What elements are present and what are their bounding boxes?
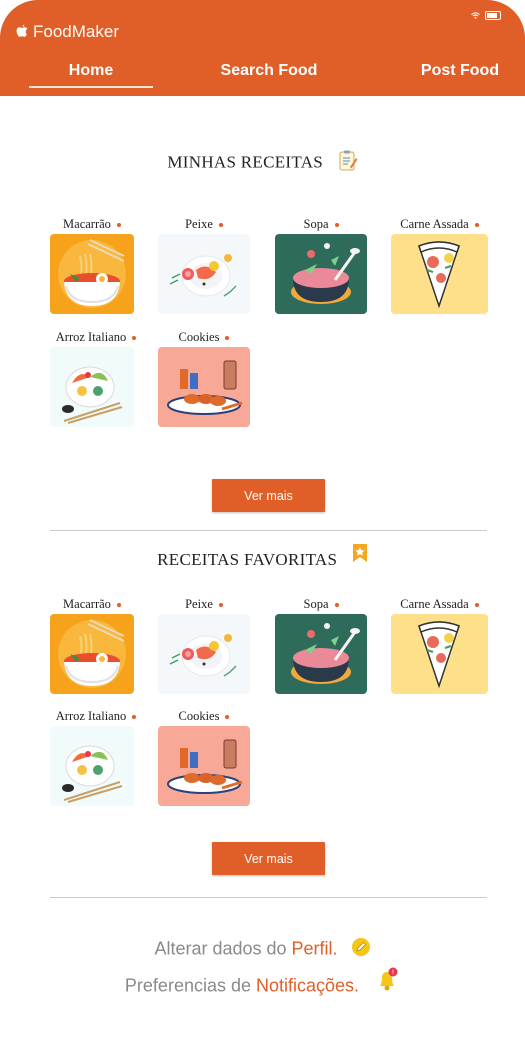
svg-text:!: ! xyxy=(392,970,394,977)
app-header: FoodMaker Home Search Food Post Food xyxy=(0,0,525,96)
recipe-card[interactable]: Peixe xyxy=(158,597,250,697)
fish-plate-icon[interactable] xyxy=(158,614,250,694)
app-title: FoodMaker xyxy=(33,22,119,41)
recipe-card[interactable]: Macarrão xyxy=(50,597,134,697)
tab-post-food[interactable]: Post Food xyxy=(410,62,510,80)
recipe-card-label: Arroz Italiano xyxy=(55,330,127,344)
status-dot xyxy=(334,223,339,228)
pizza-slice-icon[interactable] xyxy=(391,614,488,694)
recipe-card-label: Sopa xyxy=(303,217,329,231)
recipe-card[interactable]: Macarrão xyxy=(50,217,134,317)
my-recipes-title: MINHAS RECEITAS xyxy=(167,152,324,172)
fish-plate-icon[interactable] xyxy=(158,234,250,314)
recipe-card[interactable]: Carne Assada xyxy=(391,597,488,697)
soup-pot-icon[interactable] xyxy=(275,614,367,694)
cookies-plate-icon[interactable] xyxy=(158,726,250,806)
app-brand: FoodMaker xyxy=(16,22,119,42)
ramen-bowl-icon[interactable] xyxy=(50,234,134,314)
star-bookmark-icon xyxy=(352,544,368,567)
status-dot xyxy=(334,603,339,608)
tab-search-food[interactable]: Search Food xyxy=(210,62,328,80)
soup-pot-icon[interactable] xyxy=(275,234,367,314)
recipe-card-label: Macarrão xyxy=(63,217,111,231)
my-recipes-section: MINHAS RECEITAS xyxy=(0,150,525,177)
recipe-card[interactable]: Sopa xyxy=(275,217,367,317)
recipe-card-label: Arroz Italiano xyxy=(55,709,127,723)
recipe-card-label: Sopa xyxy=(303,597,329,611)
recipe-card-label: Macarrão xyxy=(63,597,111,611)
status-dot xyxy=(116,223,121,228)
recipe-card-label: Cookies xyxy=(178,330,220,344)
status-bar xyxy=(471,11,501,20)
status-dot xyxy=(218,223,223,228)
profile-link[interactable]: Perfil. xyxy=(292,938,338,958)
notifications-link[interactable]: Notificações. xyxy=(256,975,359,995)
ramen-bowl-icon[interactable] xyxy=(50,614,134,694)
recipe-notes-icon xyxy=(338,150,358,177)
status-dot xyxy=(218,603,223,608)
rice-bowl-icon[interactable] xyxy=(50,347,134,427)
tab-home[interactable]: Home xyxy=(29,62,153,80)
my-recipes-more-button[interactable]: Ver mais xyxy=(212,479,325,512)
status-dot xyxy=(116,603,121,608)
recipe-card-label: Peixe xyxy=(185,217,213,231)
apple-logo-icon xyxy=(16,24,28,41)
edit-pencil-icon[interactable] xyxy=(351,937,371,962)
wifi-icon xyxy=(471,12,480,19)
recipe-card-label: Carne Assada xyxy=(400,217,469,231)
notifications-link-prefix: Preferencias de xyxy=(124,975,256,996)
cookies-plate-icon[interactable] xyxy=(158,347,250,427)
favorite-recipes-section: RECEITAS FAVORITAS xyxy=(0,544,525,570)
rice-bowl-icon[interactable] xyxy=(50,726,134,806)
bell-notification-icon[interactable]: ! xyxy=(376,967,400,998)
section-divider xyxy=(50,897,487,898)
section-divider xyxy=(50,530,487,531)
active-tab-indicator xyxy=(29,86,153,88)
recipe-card-label: Peixe xyxy=(185,597,213,611)
status-dot xyxy=(474,603,479,608)
notifications-link-row: Preferencias de Notificações. ! xyxy=(0,967,525,998)
recipe-card[interactable]: Carne Assada xyxy=(391,217,488,317)
recipe-card[interactable]: Peixe xyxy=(158,217,250,317)
status-dot xyxy=(132,715,137,720)
status-dot xyxy=(132,336,137,341)
battery-icon xyxy=(485,11,501,20)
recipe-card-label: Carne Assada xyxy=(400,597,469,611)
profile-link-prefix: Alterar dados do xyxy=(154,938,292,959)
status-dot xyxy=(225,336,230,341)
favorite-recipes-more-button[interactable]: Ver mais xyxy=(212,842,325,875)
recipe-card[interactable]: Cookies xyxy=(158,330,250,430)
recipe-card[interactable]: Arroz Italiano xyxy=(50,330,137,430)
recipe-card[interactable]: Sopa xyxy=(275,597,367,697)
status-dot xyxy=(474,223,479,228)
favorite-recipes-title: RECEITAS FAVORITAS xyxy=(157,550,338,569)
status-dot xyxy=(225,715,230,720)
pizza-slice-icon[interactable] xyxy=(391,234,488,314)
recipe-card[interactable]: Cookies xyxy=(158,709,250,809)
recipe-card[interactable]: Arroz Italiano xyxy=(50,709,137,809)
profile-link-row: Alterar dados do Perfil. xyxy=(0,937,525,962)
recipe-card-label: Cookies xyxy=(178,709,220,723)
